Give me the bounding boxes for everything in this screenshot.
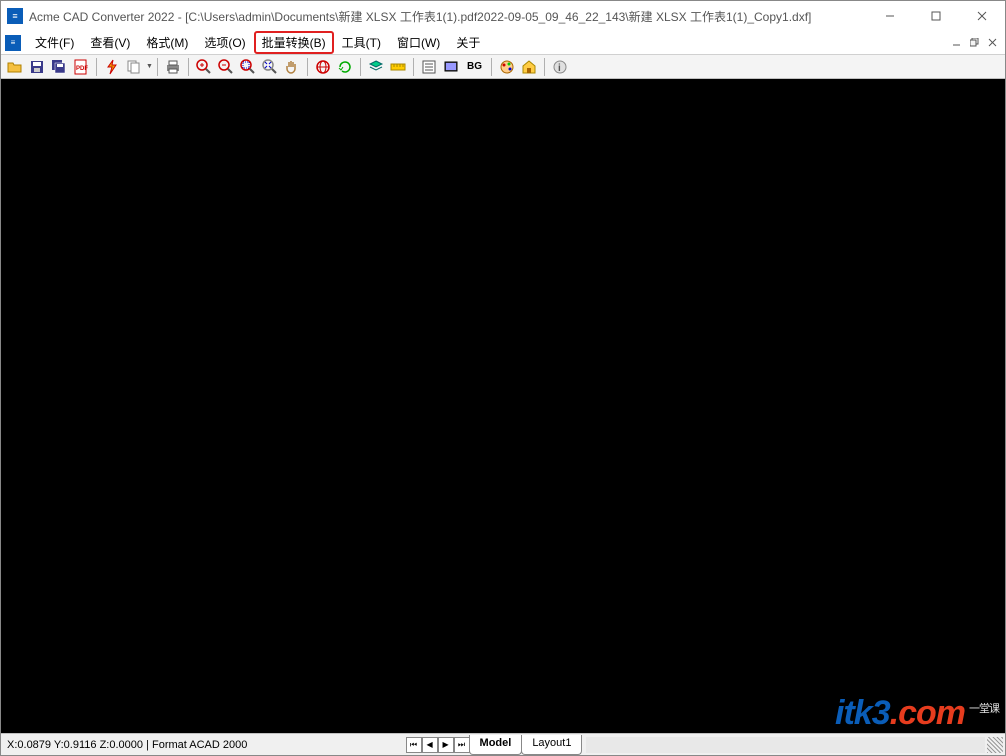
separator bbox=[188, 58, 189, 76]
home-icon bbox=[521, 59, 537, 75]
tab-nav-buttons: ⏮ ◀ ▶ ⏭ bbox=[406, 737, 470, 753]
menu-view[interactable]: 查看(V) bbox=[82, 31, 138, 54]
pdf-icon: PDF bbox=[73, 59, 89, 75]
tab-first-button[interactable]: ⏮ bbox=[406, 737, 422, 753]
zoom-out-button[interactable] bbox=[216, 57, 236, 77]
screen-icon bbox=[443, 59, 459, 75]
refresh-icon bbox=[337, 59, 353, 75]
print-button[interactable] bbox=[163, 57, 183, 77]
list-icon bbox=[421, 59, 437, 75]
bg-button[interactable]: BG bbox=[463, 59, 486, 74]
separator bbox=[544, 58, 545, 76]
dropdown-arrow-icon[interactable]: ▼ bbox=[146, 63, 152, 70]
menu-options[interactable]: 选项(O) bbox=[196, 31, 253, 54]
separator bbox=[157, 58, 158, 76]
statusbar: X:0.0879 Y:0.9116 Z:0.0000 | Format ACAD… bbox=[1, 733, 1005, 755]
save-all-icon bbox=[51, 59, 67, 75]
resize-grip[interactable] bbox=[987, 737, 1003, 753]
titlebar: ≡ Acme CAD Converter 2022 - [C:\Users\ad… bbox=[1, 1, 1005, 31]
zoom-window-button[interactable] bbox=[238, 57, 258, 77]
zoom-all-button[interactable] bbox=[313, 57, 333, 77]
toolbar: PDF ▼ BG bbox=[1, 55, 1005, 79]
globe-icon bbox=[315, 59, 331, 75]
tab-next-button[interactable]: ▶ bbox=[438, 737, 454, 753]
convert-button[interactable] bbox=[102, 57, 122, 77]
close-icon bbox=[988, 38, 997, 47]
window-controls bbox=[867, 1, 1005, 31]
doc-icon[interactable]: ≡ bbox=[5, 35, 21, 51]
open-button[interactable] bbox=[5, 57, 25, 77]
redraw-button[interactable] bbox=[335, 57, 355, 77]
separator bbox=[96, 58, 97, 76]
pdf-button[interactable]: PDF bbox=[71, 57, 91, 77]
menu-format[interactable]: 格式(M) bbox=[138, 31, 196, 54]
svg-text:PDF: PDF bbox=[76, 66, 88, 72]
separator bbox=[491, 58, 492, 76]
properties-button[interactable] bbox=[419, 57, 439, 77]
mdi-minimize-button[interactable] bbox=[947, 35, 965, 51]
save-all-button[interactable] bbox=[49, 57, 69, 77]
copy-button[interactable] bbox=[124, 57, 144, 77]
info-icon: i bbox=[552, 59, 568, 75]
minimize-button[interactable] bbox=[867, 1, 913, 31]
tab-model[interactable]: Model bbox=[469, 735, 523, 755]
close-button[interactable] bbox=[959, 1, 1005, 31]
maximize-icon bbox=[931, 11, 941, 21]
mdi-restore-button[interactable] bbox=[965, 35, 983, 51]
separator bbox=[307, 58, 308, 76]
separator bbox=[413, 58, 414, 76]
menu-about[interactable]: 关于 bbox=[448, 31, 488, 54]
save-icon bbox=[29, 59, 45, 75]
layers-icon bbox=[368, 59, 384, 75]
color-map-button[interactable] bbox=[497, 57, 517, 77]
minimize-icon bbox=[885, 11, 895, 21]
tab-last-button[interactable]: ⏭ bbox=[454, 737, 470, 753]
hand-icon bbox=[284, 59, 300, 75]
restore-icon bbox=[970, 38, 979, 47]
tab-prev-button[interactable]: ◀ bbox=[422, 737, 438, 753]
mdi-close-button[interactable] bbox=[983, 35, 1001, 51]
zoom-extents-button[interactable] bbox=[260, 57, 280, 77]
window-title: Acme CAD Converter 2022 - [C:\Users\admi… bbox=[29, 8, 867, 25]
help-button[interactable]: i bbox=[550, 57, 570, 77]
menu-file[interactable]: 文件(F) bbox=[27, 31, 82, 54]
menu-batch-convert[interactable]: 批量转换(B) bbox=[254, 31, 334, 54]
tab-layout1[interactable]: Layout1 bbox=[521, 735, 582, 755]
copy-icon bbox=[126, 59, 142, 75]
zoom-window-icon bbox=[240, 59, 256, 75]
mdi-controls bbox=[947, 35, 1005, 51]
coordinates-readout: X:0.0879 Y:0.9116 Z:0.0000 | Format ACAD… bbox=[1, 739, 406, 751]
home-button[interactable] bbox=[519, 57, 539, 77]
watermark-logo: itk3.com 一堂课 bbox=[835, 694, 999, 733]
ruler-icon bbox=[390, 59, 406, 75]
layout-tabs: Model Layout1 bbox=[470, 735, 583, 755]
minimize-icon bbox=[952, 38, 961, 47]
maximize-button[interactable] bbox=[913, 1, 959, 31]
menu-window[interactable]: 窗口(W) bbox=[389, 31, 448, 54]
zoom-extents-icon bbox=[262, 59, 278, 75]
palette-icon bbox=[499, 59, 515, 75]
measure-button[interactable] bbox=[388, 57, 408, 77]
lightning-icon bbox=[104, 59, 120, 75]
zoom-out-icon bbox=[218, 59, 234, 75]
svg-text:i: i bbox=[558, 63, 561, 74]
zoom-in-button[interactable] bbox=[194, 57, 214, 77]
drawing-canvas[interactable]: itk3.com 一堂课 bbox=[1, 79, 1005, 733]
zoom-in-icon bbox=[196, 59, 212, 75]
separator bbox=[360, 58, 361, 76]
close-icon bbox=[977, 11, 987, 21]
h-scrollbar[interactable] bbox=[586, 737, 985, 753]
menubar: ≡ 文件(F) 查看(V) 格式(M) 选项(O) 批量转换(B) 工具(T) … bbox=[1, 31, 1005, 55]
folder-open-icon bbox=[7, 59, 23, 75]
printer-icon bbox=[165, 59, 181, 75]
save-button[interactable] bbox=[27, 57, 47, 77]
fullscreen-button[interactable] bbox=[441, 57, 461, 77]
app-icon: ≡ bbox=[7, 8, 23, 24]
layers-button[interactable] bbox=[366, 57, 386, 77]
pan-button[interactable] bbox=[282, 57, 302, 77]
menu-tools[interactable]: 工具(T) bbox=[334, 31, 389, 54]
